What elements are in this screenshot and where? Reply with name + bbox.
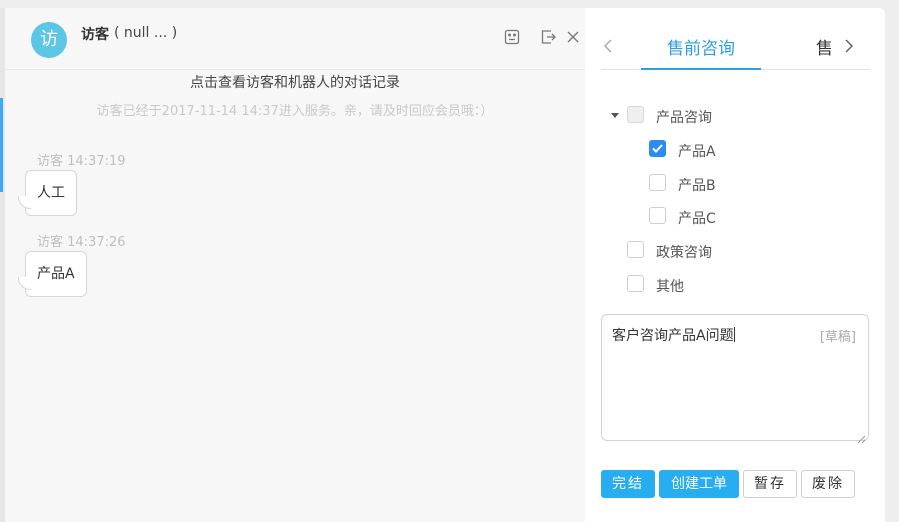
category-tabs: 售前咨询 售 <box>601 30 870 70</box>
tree-node-product-a[interactable]: 产品A <box>649 139 809 161</box>
visitor-info: ( null ... ) <box>114 25 178 41</box>
consult-note-textarea[interactable]: 客户咨询产品A问题 [草稿] <box>601 314 869 444</box>
message-bubble: 人工 <box>18 170 77 216</box>
message-time: 访客 14:37:26 <box>37 235 126 250</box>
chat-panel: 访 访客 ( null ... ) 点击查看访客和机器人的对话记录 访客已经于2… <box>0 8 585 522</box>
draft-badge: [草稿] <box>819 330 856 345</box>
tree-node-product-b[interactable]: 产品B <box>649 173 809 195</box>
transfer-icon[interactable] <box>539 28 559 48</box>
service-entered-notice: 访客已经于2017-11-14 14:37进入服务。亲，请及时回应会员哦：） <box>96 104 494 119</box>
tree-node-label: 产品A <box>678 144 716 160</box>
avatar[interactable]: 访 <box>31 22 67 58</box>
tree-node-product-consult[interactable]: 产品咨询 <box>611 105 811 127</box>
tab-presales[interactable]: 售前咨询 <box>641 34 761 70</box>
tree-node-other[interactable]: 其他 <box>627 274 807 296</box>
caret-down-icon[interactable] <box>611 113 619 118</box>
create-ticket-button[interactable]: 创建工单 <box>659 470 739 498</box>
discard-button[interactable]: 废除 <box>801 470 855 498</box>
checkbox[interactable] <box>649 174 666 191</box>
checkbox-checked[interactable] <box>649 140 666 157</box>
chat-header: 访 访客 ( null ... ) <box>5 8 585 70</box>
tree-node-label: 产品C <box>678 211 716 227</box>
save-draft-button[interactable]: 暂存 <box>743 470 797 498</box>
consult-panel: 售前咨询 售 产品咨询 产品A 产品B 产品C 政策咨询 其他 客户咨询产品A问… <box>585 8 885 522</box>
note-text: 客户咨询产品A问题 <box>612 327 735 344</box>
message-bubble: 产品A <box>18 251 87 297</box>
close-icon[interactable] <box>566 28 586 48</box>
checkbox[interactable] <box>627 106 644 123</box>
visitor-name: 访客 <box>81 27 109 43</box>
chevron-right-icon[interactable] <box>841 36 857 56</box>
tree-node-policy-consult[interactable]: 政策咨询 <box>627 240 807 262</box>
checkbox[interactable] <box>627 241 644 258</box>
view-bot-history-link[interactable]: 点击查看访客和机器人的对话记录 <box>5 72 585 92</box>
active-indicator <box>0 98 3 192</box>
checkbox[interactable] <box>627 275 644 292</box>
message-time: 访客 14:37:19 <box>37 154 126 169</box>
resize-handle-icon[interactable] <box>857 429 866 444</box>
tree-node-label: 产品咨询 <box>656 110 712 126</box>
finish-button[interactable]: 完结 <box>601 470 655 498</box>
robot-icon[interactable] <box>503 28 523 48</box>
checkbox[interactable] <box>649 207 666 224</box>
tab-next[interactable]: 售 <box>816 34 831 59</box>
tree-node-product-c[interactable]: 产品C <box>649 206 809 228</box>
tree-node-label: 产品B <box>678 178 716 194</box>
chevron-left-icon[interactable] <box>601 36 617 56</box>
tree-node-label: 其他 <box>656 279 684 295</box>
tree-node-label: 政策咨询 <box>656 245 712 261</box>
